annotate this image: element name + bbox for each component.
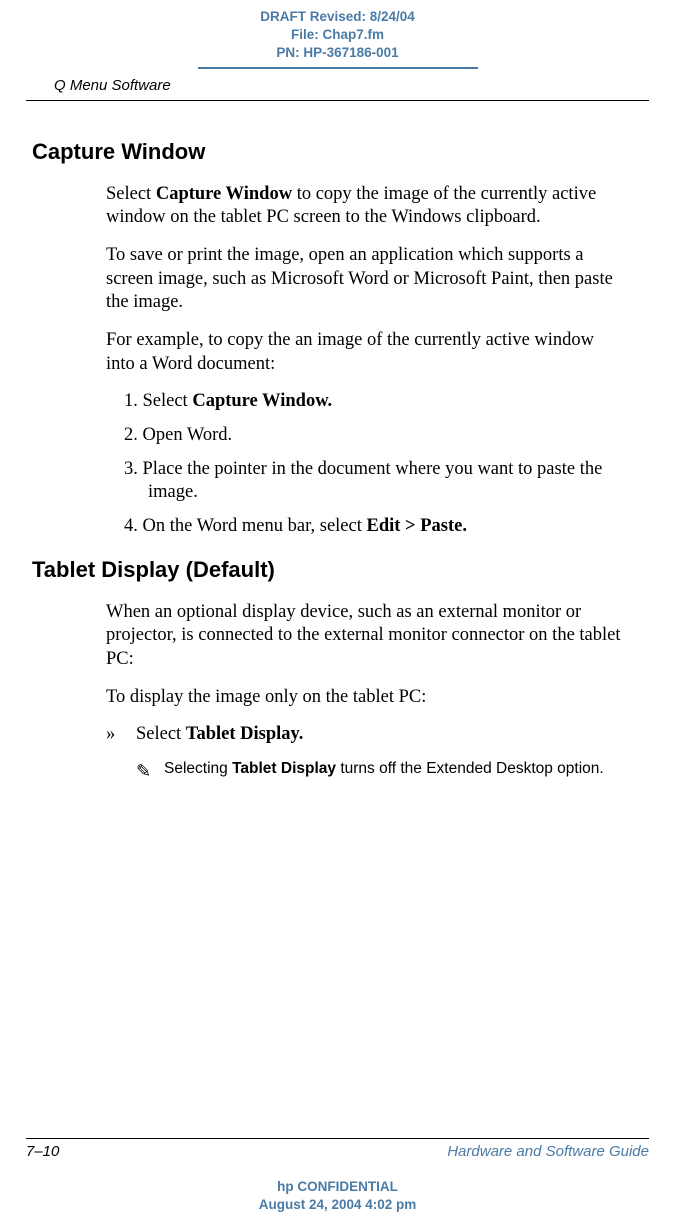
section1-body: Select Capture Window to copy the image … [106, 183, 625, 539]
para-optional-display: When an optional display device, such as… [106, 601, 625, 672]
text-fragment: Selecting [164, 760, 232, 777]
note-text: Selecting Tablet Display turns off the E… [164, 759, 604, 783]
note-extended-desktop: ✎ Selecting Tablet Display turns off the… [136, 759, 615, 783]
draft-file-line: File: Chap7.fm [198, 26, 478, 44]
running-head: Q Menu Software [26, 75, 649, 101]
text-fragment: Select [106, 184, 156, 204]
step-4: 4. On the Word menu bar, select Edit > P… [124, 515, 625, 539]
action-select-tablet-display: » Select Tablet Display. [106, 723, 635, 747]
action-text: Select Tablet Display. [136, 723, 303, 747]
draft-pn-line: PN: HP-367186-001 [198, 44, 478, 62]
para-select-capture: Select Capture Window to copy the image … [106, 183, 625, 230]
guide-title: Hardware and Software Guide [447, 1143, 649, 1160]
section2-body: When an optional display device, such as… [106, 601, 625, 710]
draft-revised-line: DRAFT Revised: 8/24/04 [198, 8, 478, 26]
para-display-only: To display the image only on the tablet … [106, 686, 625, 710]
confidential-line1: hp CONFIDENTIAL [0, 1178, 675, 1196]
step-1: 1. Select Capture Window. [124, 390, 625, 414]
ordered-steps: 1. Select Capture Window. 2. Open Word. … [106, 390, 625, 538]
text-fragment: turns off the Extended Desktop option. [336, 760, 604, 777]
text-fragment: Select [136, 724, 186, 744]
text-fragment: 1. Select [124, 391, 192, 411]
step-3: 3. Place the pointer in the document whe… [124, 458, 625, 505]
page-footer: 7–10 Hardware and Software Guide [26, 1138, 649, 1160]
heading-tablet-display: Tablet Display (Default) [32, 557, 635, 583]
para-example-intro: For example, to copy the an image of the… [106, 329, 625, 376]
bold-capture-window: Capture Window. [192, 391, 332, 411]
text-fragment: 4. On the Word menu bar, select [124, 516, 367, 536]
draft-header: DRAFT Revised: 8/24/04 File: Chap7.fm PN… [198, 0, 478, 69]
step-2: 2. Open Word. [124, 424, 625, 448]
heading-capture-window: Capture Window [32, 139, 635, 165]
arrow-icon: » [106, 723, 136, 747]
page-number: 7–10 [26, 1143, 59, 1160]
page-content: Capture Window Select Capture Window to … [0, 139, 675, 784]
confidential-footer: hp CONFIDENTIAL August 24, 2004 4:02 pm [0, 1178, 675, 1214]
pencil-note-icon: ✎ [136, 759, 164, 783]
bold-capture-window: Capture Window [156, 184, 292, 204]
bold-tablet-display: Tablet Display. [186, 724, 304, 744]
bold-edit-paste: Edit > Paste. [367, 516, 467, 536]
bold-tablet-display: Tablet Display [232, 760, 336, 777]
confidential-line2: August 24, 2004 4:02 pm [0, 1196, 675, 1214]
para-save-print: To save or print the image, open an appl… [106, 244, 625, 315]
